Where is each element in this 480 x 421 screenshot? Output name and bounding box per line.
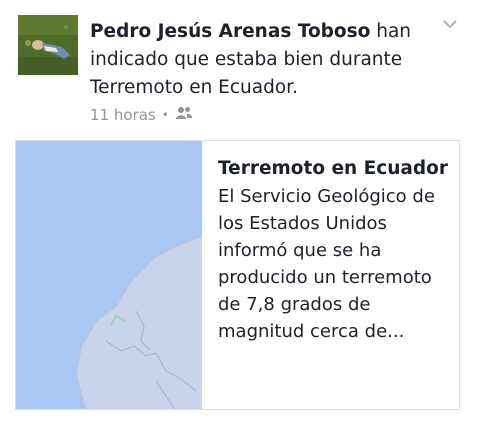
actor-name-link[interactable]: Pedro Jesús Arenas Toboso [90,21,370,42]
link-card[interactable]: Terremoto en Ecuador El Servicio Geológi… [15,140,460,410]
card-title[interactable]: Terremoto en Ecuador [218,157,453,181]
card-description: El Servicio Geológico de los Estados Uni… [218,186,435,342]
story-text: Pedro Jesús Arenas Toboso han indicado q… [90,18,435,102]
post-meta: 11 horas • [90,104,193,126]
map-thumbnail [16,141,202,409]
avatar-photo [18,15,78,75]
friends-icon [175,106,193,124]
timestamp[interactable]: 11 horas [90,106,156,124]
card-text: Terremoto en Ecuador El Servicio Geológi… [218,157,453,345]
meta-separator: • [161,108,169,122]
avatar[interactable] [18,15,78,75]
chevron-down-icon[interactable] [440,16,460,32]
